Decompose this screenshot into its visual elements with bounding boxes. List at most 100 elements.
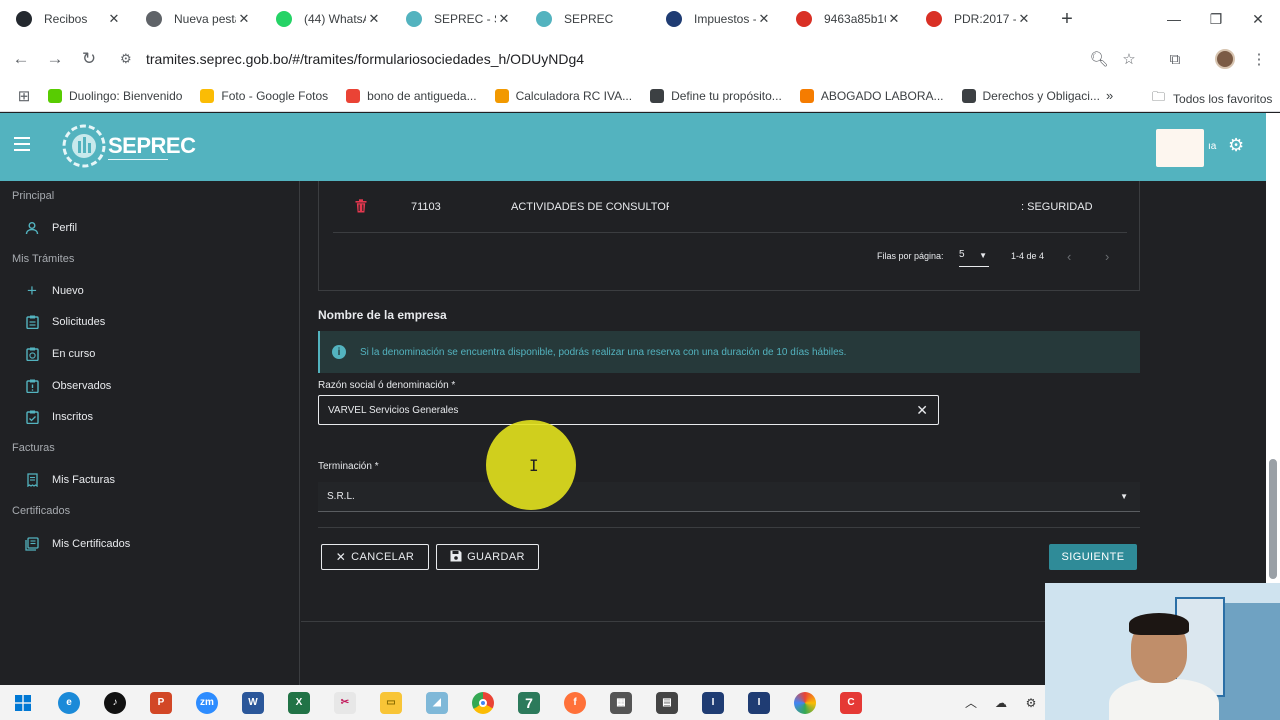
scrollbar-thumb[interactable] [1269, 459, 1277, 579]
browser-tab[interactable]: Impuestos - ✕ [650, 0, 780, 38]
tab-close-icon[interactable]: ✕ [366, 11, 382, 27]
bookmark-item[interactable]: ABOGADO LABORA... [799, 88, 944, 103]
clipboard-check-icon [24, 409, 40, 425]
text-cursor-icon: I [529, 456, 539, 475]
site-settings-icon[interactable]: ⚙ [120, 51, 146, 67]
gear-icon[interactable]: ⚙ [1228, 135, 1244, 156]
info-text: Si la denominación se encuentra disponib… [360, 346, 847, 358]
sidebar-item-inscritos[interactable]: Inscritos [24, 409, 93, 425]
back-icon[interactable]: ← [4, 49, 38, 69]
sidebar-item-observados[interactable]: Observados [24, 378, 111, 394]
bookmark-item[interactable]: Calculadora RC IVA... [494, 88, 632, 103]
bookmark-item[interactable]: Derechos y Obligaci... [961, 88, 1100, 103]
excel-icon[interactable]: X [276, 685, 322, 720]
hamburger-menu-icon[interactable] [14, 137, 30, 151]
extensions-icon[interactable]: ⧉ [1160, 38, 1190, 80]
impuestos-icon[interactable]: I [690, 685, 736, 720]
calculator-icon[interactable]: ▤ [644, 685, 690, 720]
tab-title: Nueva pesta [174, 12, 236, 26]
more-bookmarks-icon[interactable]: » [1106, 88, 1113, 103]
bookmark-item[interactable]: bono de antiguedа... [346, 88, 477, 103]
cancel-button[interactable]: ✕ CANCELAR [321, 544, 429, 570]
sidebar-item-solicitudes[interactable]: Solicitudes [24, 314, 105, 330]
bookmark-star-icon[interactable]: ☆ [1114, 38, 1144, 80]
tab-close-icon[interactable]: ✕ [496, 11, 512, 27]
tab-close-icon[interactable]: ✕ [756, 11, 772, 27]
windows-start-icon[interactable] [0, 685, 46, 720]
tray-app-icon[interactable]: ⚙ [1016, 685, 1046, 720]
bookmark-label: ABOGADO LABORA... [820, 88, 944, 103]
tab-close-icon[interactable]: ✕ [236, 11, 252, 27]
zoom-app-icon[interactable]: zm [184, 685, 230, 720]
forward-icon[interactable]: → [38, 49, 72, 69]
company-name-input[interactable]: VARVEL Servicios Generales ✕ [318, 395, 939, 425]
tray-chevron-icon[interactable]: ︿ [956, 685, 986, 720]
url-field[interactable]: ⚙ tramites.seprec.gob.bo/#/tramites/form… [120, 46, 1080, 72]
all-bookmarks[interactable]: 🗀 Todos los favoritos [1152, 88, 1272, 110]
snipping-icon[interactable]: ✂ [322, 685, 368, 720]
bookmark-item[interactable]: Duolingo: Bienvenido [48, 88, 182, 103]
word-icon[interactable]: W [230, 685, 276, 720]
bookmark-icon [961, 88, 976, 103]
sidebar-item-mis-facturas[interactable]: Mis Facturas [24, 472, 115, 488]
bookmark-label: Foto - Google Fotos [221, 88, 329, 103]
chrome-icon[interactable] [460, 685, 506, 720]
file-explorer-icon[interactable]: ▭ [368, 685, 414, 720]
next-page-icon[interactable]: › [1105, 249, 1109, 264]
seven-zip-icon[interactable]: 7 [506, 685, 552, 720]
profile-avatar[interactable] [1210, 38, 1240, 80]
clear-icon[interactable]: ✕ [916, 402, 928, 419]
firefox-icon[interactable]: f [552, 685, 598, 720]
browser-tab[interactable]: Nueva pesta ✕ [130, 0, 260, 38]
restore-button[interactable]: ❐ [1194, 0, 1238, 38]
menu-kebab-icon[interactable]: ⋮ [1244, 38, 1274, 80]
browser-tab[interactable]: 9463a85b10 ✕ [780, 0, 910, 38]
seprec-icon [536, 11, 552, 27]
termination-value: S.R.L. [327, 491, 355, 502]
person-icon [24, 220, 40, 236]
browser-tab[interactable]: SEPREC - Se✕ [390, 0, 520, 38]
user-photo[interactable] [1156, 129, 1204, 167]
sidebar-item-perfil[interactable]: Perfil [24, 220, 77, 236]
tab-close-icon[interactable]: ✕ [106, 11, 122, 27]
browser-tab[interactable]: Recibos ✕ [0, 0, 130, 38]
chrome-icon [146, 11, 162, 27]
cloud-sync-icon[interactable]: ☁ [986, 685, 1016, 720]
zoom-icon[interactable]: 🔍︎ [1084, 38, 1114, 80]
info-alert: i Si la denominación se encuentra dispon… [318, 331, 1140, 373]
sidebar-item-en-curso[interactable]: En curso [24, 346, 95, 362]
activities-table: 71103 ACTIVIDADES DE CONSULTORÍA : SEGUR… [318, 181, 1140, 291]
powerpoint-icon[interactable]: P [138, 685, 184, 720]
rows-per-page-value: 5 [959, 249, 965, 260]
apps-grid-icon[interactable]: ⊞ [0, 87, 48, 105]
tiktok-icon[interactable]: ♪ [92, 685, 138, 720]
caret-down-icon: ▼ [1120, 492, 1128, 501]
app-icon[interactable]: ◢ [414, 685, 460, 720]
minimize-button[interactable]: — [1152, 0, 1196, 38]
browser-tab[interactable]: (44) WhatsA ✕ [260, 0, 390, 38]
tab-close-icon[interactable]: ✕ [1016, 11, 1032, 27]
browser-tab[interactable]: PDR:2017 - I✕ [910, 0, 1040, 38]
bookmark-item[interactable]: Foto - Google Fotos [200, 88, 329, 103]
taskbar: e ♪ P zm W X ✂ ▭ ◢ 7 f ▦ ▤ I I C [0, 685, 1045, 720]
tab-close-icon[interactable]: ✕ [886, 11, 902, 27]
sidebar-item-nuevo[interactable]: + Nuevo [24, 281, 84, 300]
company-section-title: Nombre de la empresa [318, 308, 447, 322]
impuestos-alt-icon[interactable]: I [736, 685, 782, 720]
new-tab-button[interactable]: + [1052, 8, 1082, 31]
recorder-icon[interactable]: C [828, 685, 874, 720]
delete-icon[interactable] [355, 199, 367, 213]
browser-tab[interactable]: SEPREC [520, 0, 650, 38]
edge-icon[interactable]: e [46, 685, 92, 720]
save-button[interactable]: GUARDAR [436, 544, 539, 570]
close-window-button[interactable]: ✕ [1236, 0, 1280, 38]
media-icon[interactable]: ▦ [598, 685, 644, 720]
next-button[interactable]: SIGUIENTE [1049, 544, 1137, 570]
rows-per-page-select[interactable]: 5 ▼ [959, 249, 989, 267]
prev-page-icon[interactable]: ‹ [1067, 249, 1071, 264]
reload-icon[interactable]: ↻ [72, 49, 106, 69]
bookmark-item[interactable]: Define tu propósito... [650, 88, 782, 103]
termination-select[interactable]: S.R.L. ▼ [318, 482, 1140, 512]
color-app-icon[interactable] [782, 685, 828, 720]
sidebar-item-mis-certificados[interactable]: Mis Certificados [24, 536, 130, 552]
